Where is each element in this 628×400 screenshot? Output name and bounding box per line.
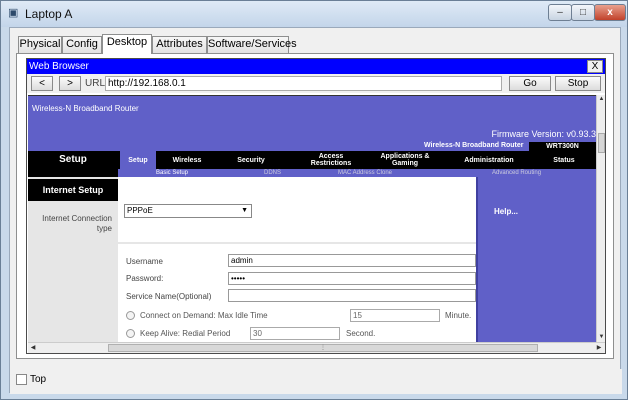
firmware-version: Firmware Version: v0.93.3 [491, 129, 596, 139]
back-button[interactable]: < [31, 76, 53, 91]
left-column: Internet Setup Internet Connection type [28, 177, 118, 342]
submenu-basic-setup[interactable]: Basic Setup [156, 169, 188, 177]
go-button[interactable]: Go [509, 76, 551, 91]
max-idle-field[interactable]: 15 [350, 309, 440, 322]
forward-button[interactable]: > [59, 76, 81, 91]
service-name-field[interactable] [228, 289, 476, 302]
help-column: Help... [476, 177, 596, 342]
tab-software-services[interactable]: Software/Services [207, 36, 297, 53]
main-menu: Setup Setup Wireless Security Access Res… [28, 151, 596, 177]
browser-navbar: < > URL Go Stop [27, 74, 605, 93]
scroll-right-icon[interactable]: ▶ [594, 343, 604, 353]
desktop-panel: Web Browser X < > URL Go Stop Wireless-N… [16, 53, 614, 359]
browser-close-button[interactable]: X [587, 60, 603, 73]
password-field[interactable]: ••••• [228, 272, 476, 285]
url-label: URL [85, 78, 106, 89]
menu-security[interactable]: Security [222, 151, 280, 169]
device-dialog: Physical Config Desktop Attributes Softw… [9, 27, 622, 394]
sub-menu: Basic Setup DDNS MAC Address Clone Advan… [118, 169, 596, 177]
router-banner: Wireless-N Broadband Router Firmware Ver… [28, 95, 596, 142]
menu-wireless[interactable]: Wireless [162, 151, 212, 169]
url-input[interactable] [105, 76, 502, 91]
section-title: Setup [28, 151, 118, 177]
web-browser: Web Browser X < > URL Go Stop Wireless-N… [26, 58, 606, 354]
connection-type-value: PPPoE [127, 206, 153, 215]
title-bar[interactable]: ▣ Laptop A – □ x [1, 1, 627, 27]
laptop-icon: ▣ [8, 7, 19, 19]
app-window: ▣ Laptop A – □ x Physical Config Desktop… [0, 0, 628, 400]
maximize-button[interactable]: □ [571, 4, 595, 21]
scroll-left-icon[interactable]: ◀ [28, 343, 38, 353]
tab-physical[interactable]: Physical [18, 36, 62, 53]
stop-button[interactable]: Stop [555, 76, 601, 91]
username-field[interactable]: admin [228, 254, 476, 267]
tab-attributes[interactable]: Attributes [152, 36, 207, 53]
vertical-scrollbar[interactable]: ▲ ▼ [596, 95, 605, 342]
username-label: Username [126, 257, 163, 266]
keep-alive-radio[interactable] [126, 329, 135, 338]
menu-status[interactable]: Status [542, 151, 586, 169]
menu-applications-gaming[interactable]: Applications & Gaming [373, 151, 437, 169]
vertical-scroll-thumb[interactable] [598, 133, 605, 153]
top-checkbox[interactable] [16, 374, 27, 385]
menu-access-restrictions[interactable]: Access Restrictions [298, 151, 364, 169]
redial-period-field[interactable]: 30 [250, 327, 340, 340]
connect-on-demand-label: Connect on Demand: Max Idle Time [140, 311, 268, 320]
service-name-label: Service Name(Optional) [126, 292, 212, 301]
menu-setup[interactable]: Setup [120, 151, 156, 169]
minimize-button[interactable]: – [548, 4, 572, 21]
browser-title: Web Browser [27, 59, 605, 74]
bottom-bar: Top [10, 369, 622, 394]
tab-config[interactable]: Config [62, 36, 102, 53]
connection-type-label: Internet Connection type [42, 214, 112, 233]
top-label: Top [30, 374, 47, 385]
window-title: Laptop A [25, 7, 73, 21]
submenu-mac-address-clone[interactable]: MAC Address Clone [338, 169, 392, 177]
close-button[interactable]: x [594, 4, 626, 21]
submenu-ddns[interactable]: DDNS [264, 169, 281, 177]
help-link[interactable]: Help... [494, 207, 518, 216]
page-viewport: Wireless-N Broadband Router Firmware Ver… [28, 95, 596, 342]
connection-type-select[interactable]: PPPoE ▼ [124, 204, 252, 218]
setup-form: PPPoE ▼ Username admin Password: ••••• S… [118, 177, 476, 342]
model-badge: WRT300N [529, 142, 596, 151]
keep-alive-label: Keep Alive: Redial Period [140, 329, 231, 338]
scroll-up-icon[interactable]: ▲ [597, 95, 606, 104]
second-label: Second. [346, 329, 376, 338]
chevron-down-icon: ▼ [241, 207, 248, 214]
internet-setup-heading: Internet Setup [28, 179, 118, 201]
product-name: Wireless-N Broadband Router [424, 142, 524, 149]
scroll-down-icon[interactable]: ▼ [597, 333, 606, 342]
minute-label: Minute. [445, 311, 472, 320]
menu-administration[interactable]: Administration [448, 151, 530, 169]
banner-title: Wireless-N Broadband Router [32, 104, 139, 113]
product-row: Wireless-N Broadband Router WRT300N [28, 142, 596, 151]
password-label: Password: [126, 274, 164, 283]
tab-desktop[interactable]: Desktop [102, 34, 152, 54]
submenu-advanced-routing[interactable]: Advanced Routing [492, 169, 541, 177]
connect-on-demand-radio[interactable] [126, 311, 135, 320]
divider [118, 242, 476, 244]
horizontal-scrollbar[interactable]: ◀ ⋮ ▶ [28, 342, 605, 353]
horizontal-scroll-thumb[interactable]: ⋮ [108, 344, 538, 352]
